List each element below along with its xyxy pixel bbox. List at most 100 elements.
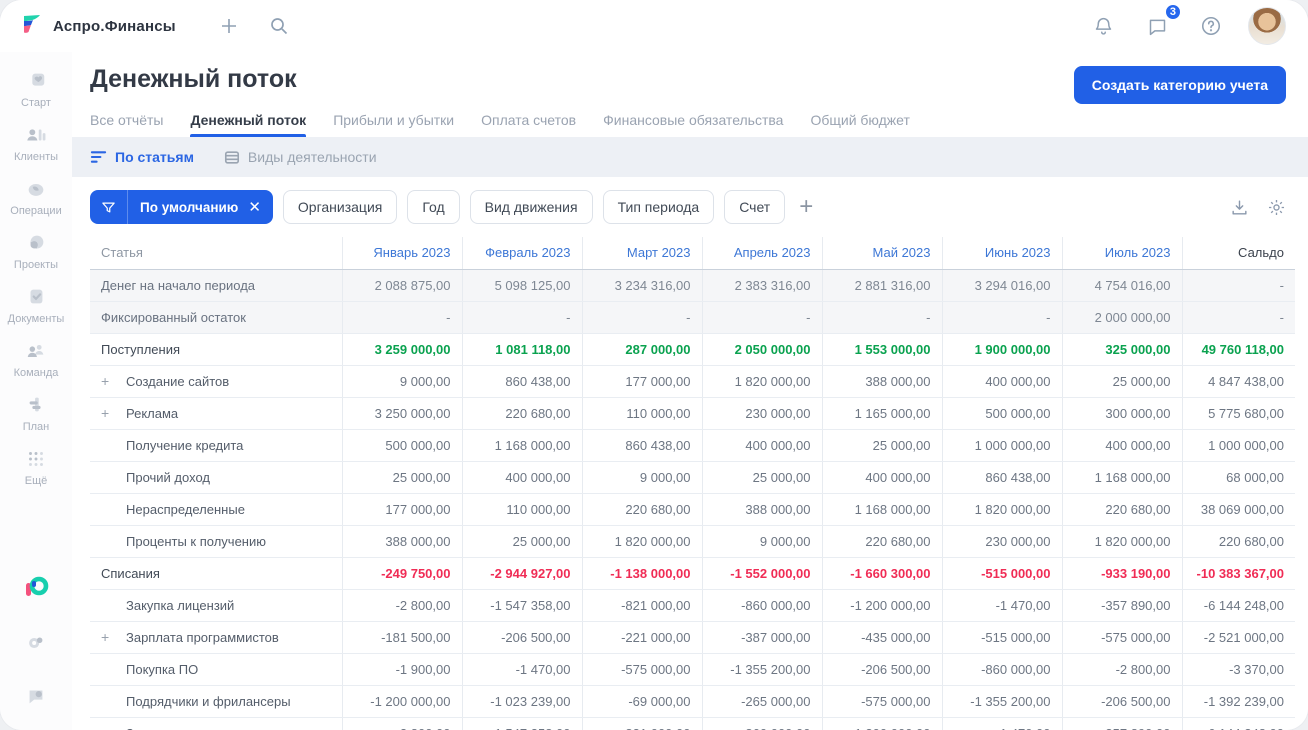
app-name: Аспро.Финансы	[53, 17, 176, 35]
row-label[interactable]: +Зарплата программистов	[90, 717, 342, 730]
cell-value: -387 000,00	[701, 621, 822, 654]
sidebar: Старт Клиенты Операции Проекты Документы…	[0, 52, 72, 730]
sidebar-item-7[interactable]: План	[4, 386, 68, 440]
row-label: Денег на начало периода	[90, 269, 342, 302]
sidebar-item-label: Команда	[13, 367, 59, 379]
cell-value: 2 881 316,00	[821, 269, 942, 302]
cell-value: -6 144 248,00	[1181, 717, 1295, 730]
row-label[interactable]: + Реклама	[90, 397, 342, 430]
add-icon[interactable]	[212, 9, 246, 43]
clients-icon	[25, 123, 47, 147]
remove-filter-icon[interactable]: ✕	[246, 198, 273, 216]
cell-value: -860 000,00	[701, 589, 822, 622]
filter-chip-4[interactable]: Тип периода	[602, 190, 715, 224]
filter-chip-1[interactable]: Организация	[282, 190, 398, 224]
cell-value: -575 000,00	[1061, 621, 1182, 654]
cell-value: -3 370,00	[1181, 653, 1295, 686]
cell-value: -357 890,00	[1061, 717, 1182, 730]
sidebar-item-6[interactable]: Команда	[4, 332, 68, 386]
cell-value: -1 552 000,00	[701, 557, 822, 590]
sidebar-item-4[interactable]: Проекты	[4, 224, 68, 278]
brand-mark-icon[interactable]	[23, 575, 49, 606]
cell-value: -1 470,00	[941, 717, 1062, 730]
cell-value: -265 000,00	[701, 685, 822, 718]
sidebar-item-5[interactable]: Документы	[4, 278, 68, 332]
settings-icon[interactable]	[25, 632, 47, 659]
cell-value: 5 775 680,00	[1181, 397, 1295, 430]
cell-value: -1 200 000,00	[821, 717, 942, 730]
expand-icon[interactable]: +	[101, 373, 126, 389]
table-settings-icon[interactable]	[1267, 198, 1286, 217]
cell-value: 25 000,00	[341, 461, 462, 494]
brand[interactable]: Аспро.Финансы	[20, 12, 176, 41]
cell-value: 2 088 875,00	[341, 269, 462, 302]
tab-5[interactable]: Финансовые обязательства	[603, 112, 783, 137]
cell-value: 1 820 000,00	[581, 525, 702, 558]
cell-value: 2 383 316,00	[701, 269, 822, 302]
cell-value: -	[821, 301, 942, 334]
sidebar-item-label: Ещё	[24, 475, 48, 487]
cell-value: -221 000,00	[581, 621, 702, 654]
cell-value: -435 000,00	[821, 621, 942, 654]
create-category-button[interactable]: Создать категорию учета	[1073, 66, 1286, 104]
sidebar-item-1[interactable]: Старт	[4, 62, 68, 116]
row-label: Закупка лицензий	[90, 589, 342, 622]
cell-value: -	[1181, 269, 1295, 302]
tab-3[interactable]: Прибыли и убытки	[333, 112, 454, 137]
chat-icon[interactable]: 3	[1140, 3, 1182, 43]
row-label: Получение кредита	[90, 429, 342, 462]
download-icon[interactable]	[1230, 198, 1249, 217]
cell-value: 220 680,00	[581, 493, 702, 526]
cell-value: 1 000 000,00	[1181, 429, 1295, 462]
cell-value: 1 081 118,00	[461, 333, 582, 366]
cell-value: 220 680,00	[461, 397, 582, 430]
expand-icon[interactable]: +	[101, 725, 126, 730]
filter-chip-2[interactable]: Год	[407, 190, 460, 224]
cell-value: 3 250 000,00	[341, 397, 462, 430]
cell-value: 1 820 000,00	[941, 493, 1062, 526]
row-label[interactable]: +Зарплата программистов	[90, 621, 342, 654]
cell-value: -2 800,00	[341, 717, 462, 730]
cell-value: -575 000,00	[581, 653, 702, 686]
cell-value: -2 521 000,00	[1181, 621, 1295, 654]
cell-value: -860 000,00	[701, 717, 822, 730]
tab-2[interactable]: Денежный поток	[190, 112, 306, 137]
sidebar-item-3[interactable]: Операции	[4, 170, 68, 224]
sidebar-item-2[interactable]: Клиенты	[4, 116, 68, 170]
view-switch-1[interactable]: По статьям	[90, 149, 194, 165]
cell-value: 2 050 000,00	[701, 333, 822, 366]
cell-value: 110 000,00	[461, 493, 582, 526]
row-label: Подрядчики и фрилансеры	[90, 685, 342, 718]
cell-value: 49 760 118,00	[1181, 333, 1295, 366]
cell-value: -2 944 927,00	[461, 557, 582, 590]
table-row: + Зарплата программистов -181 500,00 -206 5…	[90, 621, 1295, 654]
cell-value: -357 890,00	[1061, 589, 1182, 622]
search-icon[interactable]	[262, 9, 296, 43]
tab-4[interactable]: Оплата счетов	[481, 112, 576, 137]
tab-1[interactable]: Все отчёты	[90, 112, 163, 137]
add-filter-icon[interactable]: +	[795, 195, 817, 219]
avatar[interactable]	[1248, 7, 1286, 45]
cell-value: -575 000,00	[821, 685, 942, 718]
filter-chip-5[interactable]: Счет	[724, 190, 786, 224]
cell-value: 3 259 000,00	[341, 333, 462, 366]
stacked-rows-icon	[224, 150, 240, 165]
page-head: Денежный поток Создать категорию учета В…	[72, 52, 1308, 137]
cell-value: 68 000,00	[1181, 461, 1295, 494]
expand-icon[interactable]: +	[101, 405, 126, 421]
bell-icon[interactable]	[1086, 9, 1120, 43]
active-filter-pill[interactable]: По умолчанию ✕	[90, 190, 273, 224]
row-label[interactable]: + Создание сайтов	[90, 365, 342, 398]
view-switch-2[interactable]: Виды деятельности	[224, 149, 377, 165]
tab-6[interactable]: Общий бюджет	[810, 112, 909, 137]
expand-icon[interactable]: +	[101, 629, 126, 645]
cell-value: 300 000,00	[1061, 397, 1182, 430]
help-icon[interactable]	[1194, 9, 1228, 43]
sidebar-item-8[interactable]: Ещё	[4, 440, 68, 494]
cell-value: 25 000,00	[821, 429, 942, 462]
cell-value: 220 680,00	[1181, 525, 1295, 558]
feedback-icon[interactable]	[25, 685, 47, 712]
cell-value: 500 000,00	[341, 429, 462, 462]
cell-value: -1 392 239,00	[1181, 685, 1295, 718]
filter-chip-3[interactable]: Вид движения	[469, 190, 593, 224]
